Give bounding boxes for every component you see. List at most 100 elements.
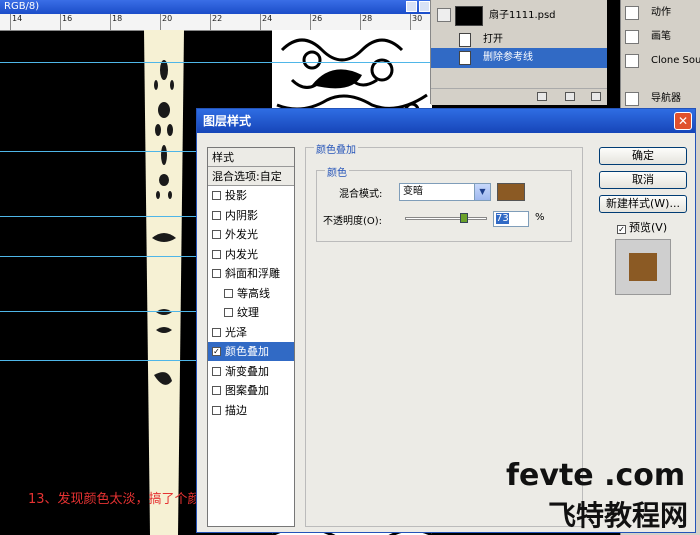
effect-label: 描边: [225, 403, 247, 417]
clone-stamp-icon: [625, 54, 639, 68]
percent-label: %: [535, 212, 545, 223]
history-item[interactable]: 打开: [431, 30, 607, 50]
effect-item[interactable]: 光泽: [208, 323, 294, 342]
snapshot-row[interactable]: 扇子1111.psd: [431, 4, 607, 28]
close-icon[interactable]: ✕: [674, 112, 692, 130]
ok-button[interactable]: 确定: [599, 147, 687, 165]
effect-label: 等高线: [237, 286, 270, 300]
document-title-bar[interactable]: RGB/8): [0, 0, 432, 14]
effect-item[interactable]: 纹理: [208, 303, 294, 322]
brush-icon: [625, 30, 639, 44]
effect-item[interactable]: 外发光: [208, 225, 294, 244]
ruler-tick-label: 28: [362, 14, 373, 23]
preview-label: 预览(V): [629, 221, 668, 234]
blend-mode-value: 变暗: [403, 186, 423, 197]
ruler-tick-mark: [160, 14, 161, 30]
history-palette-footer: [431, 88, 607, 105]
checkbox-icon[interactable]: [224, 288, 233, 298]
overlay-color-swatch[interactable]: [497, 183, 525, 201]
opacity-slider[interactable]: [405, 213, 487, 223]
ruler-tick-mark: [310, 14, 311, 30]
effect-item[interactable]: ✓ 颜色叠加: [208, 342, 294, 361]
preview-swatch: [629, 253, 657, 281]
effect-label: 图案叠加: [225, 384, 269, 397]
ruler-tick-label: 18: [112, 14, 123, 23]
history-item-label: 打开: [483, 34, 503, 45]
dialog-title: 图层样式: [203, 114, 252, 128]
effect-item[interactable]: 内发光: [208, 245, 294, 264]
effect-item[interactable]: 等高线: [208, 284, 294, 303]
history-document-icon: [459, 51, 471, 65]
history-palette: 扇子1111.psd 打开 删除参考线: [430, 0, 607, 105]
chevron-down-icon[interactable]: ▼: [474, 184, 490, 200]
blending-options-item[interactable]: 混合选项:自定: [208, 167, 294, 186]
section-title: 颜色叠加: [314, 141, 358, 156]
watermark-domain: fevte .com: [506, 458, 686, 493]
history-item-label: 删除参考线: [483, 52, 533, 63]
checkbox-checked-icon[interactable]: ✓: [212, 347, 221, 356]
ruler-tick-label: 22: [212, 14, 223, 23]
effect-label: 内阴影: [225, 208, 258, 222]
fan-rib-drawing: [144, 30, 184, 535]
effect-label: 纹理: [237, 306, 259, 319]
horizontal-ruler[interactable]: 14 16 18 20 22 24 26 28 30: [0, 14, 432, 31]
blend-mode-select[interactable]: 变暗 ▼: [399, 183, 491, 201]
minimize-icon[interactable]: [406, 1, 417, 12]
preview-checkbox[interactable]: ✓ 预览(V): [617, 219, 667, 235]
checkbox-icon[interactable]: [212, 405, 221, 415]
opacity-slider-thumb[interactable]: [460, 213, 469, 223]
effect-item[interactable]: 投影: [208, 186, 294, 205]
new-style-button[interactable]: 新建样式(W)...: [599, 195, 687, 213]
ruler-tick-label: 24: [262, 14, 273, 23]
ruler-tick-mark: [60, 14, 61, 30]
eye-icon[interactable]: [437, 8, 451, 22]
effect-item[interactable]: 图案叠加: [208, 381, 294, 400]
checkbox-icon[interactable]: [212, 366, 221, 376]
opacity-value: 73: [496, 213, 509, 224]
navigator-icon: [625, 92, 639, 106]
ruler-tick-label: 30: [412, 14, 423, 23]
effect-label: 外发光: [225, 228, 258, 241]
checkbox-icon[interactable]: [212, 269, 221, 278]
actions-icon: [625, 6, 639, 20]
styles-header[interactable]: 样式: [208, 148, 294, 167]
checkbox-icon[interactable]: [212, 230, 221, 239]
maximize-icon[interactable]: [419, 1, 430, 12]
ruler-tick-label: 14: [12, 14, 23, 23]
blend-mode-label: 混合模式:: [339, 189, 383, 200]
ruler-tick-label: 16: [62, 14, 73, 23]
snapshot-name: 扇子1111.psd: [489, 10, 556, 21]
snapshot-thumbnail: [455, 6, 483, 26]
ruler-tick-label: 20: [162, 14, 173, 23]
checkbox-checked-icon[interactable]: ✓: [617, 225, 626, 234]
ruler-tick-mark: [110, 14, 111, 30]
guide-line[interactable]: [0, 62, 432, 63]
style-list: 样式 混合选项:自定 投影内阴影外发光内发光 斜面和浮雕等高线纹理光泽 ✓ 颜色叠加渐…: [207, 147, 295, 527]
effect-item[interactable]: 渐变叠加: [208, 362, 294, 381]
camera-icon[interactable]: [565, 92, 575, 101]
checkbox-icon[interactable]: [212, 249, 221, 259]
ruler-tick-mark: [410, 14, 411, 30]
ruler-tick-mark: [210, 14, 211, 30]
checkbox-icon[interactable]: [212, 191, 221, 200]
effect-item[interactable]: 内阴影: [208, 206, 294, 225]
dialog-title-bar[interactable]: 图层样式 ✕: [197, 109, 695, 133]
ruler-tick-mark: [260, 14, 261, 30]
document-title: RGB/8): [4, 1, 40, 12]
checkbox-icon[interactable]: [212, 210, 221, 220]
effect-label: 光泽: [225, 325, 247, 339]
effect-item[interactable]: 斜面和浮雕: [208, 264, 294, 283]
effect-item[interactable]: 描边: [208, 401, 294, 420]
history-item-selected[interactable]: 删除参考线: [431, 48, 607, 68]
ruler-tick-mark: [10, 14, 11, 30]
fan-rib-image: [138, 30, 190, 535]
new-document-icon[interactable]: [537, 92, 547, 101]
trash-icon[interactable]: [591, 92, 601, 101]
watermark-name: 飞特教程网: [548, 499, 689, 532]
checkbox-icon[interactable]: [212, 327, 221, 337]
cancel-button[interactable]: 取消: [599, 171, 687, 189]
checkbox-icon[interactable]: [224, 308, 233, 317]
checkbox-icon[interactable]: [212, 386, 221, 395]
opacity-label: 不透明度(O):: [323, 216, 383, 227]
opacity-input[interactable]: 73: [493, 211, 529, 227]
